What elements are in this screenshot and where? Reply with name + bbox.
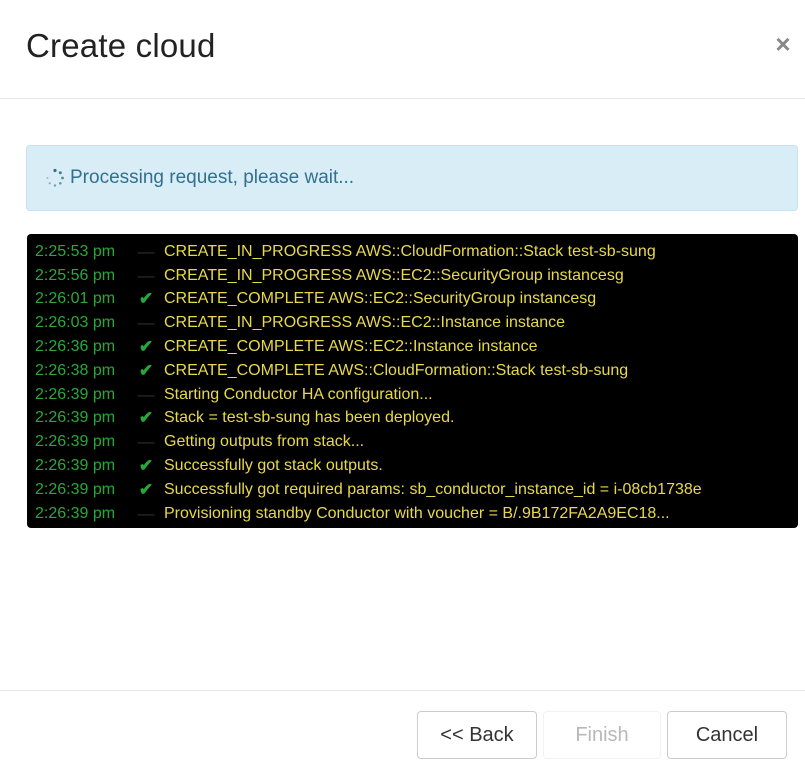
dialog-header: Create cloud × <box>0 0 805 99</box>
log-message: Successfully got required params: sb_con… <box>164 480 702 498</box>
log-message: CREATE_COMPLETE AWS::EC2::Instance insta… <box>164 338 538 356</box>
check-icon: ✔ <box>138 456 154 476</box>
log-line: 2:26:36 pm ✔ CREATE_COMPLETE AWS::EC2::Ins… <box>27 335 798 359</box>
check-icon: ✔ <box>138 289 154 309</box>
log-message: Starting Conductor HA configuration... <box>164 385 433 403</box>
dash-icon: — <box>137 241 155 261</box>
log-message: Getting outputs from stack... <box>164 433 365 451</box>
log-timestamp: 2:26:39 pm <box>35 433 116 451</box>
log-timestamp: 2:26:39 pm <box>35 385 116 403</box>
log-timestamp: 2:26:36 pm <box>35 338 116 356</box>
log-line: 2:25:53 pm — CREATE_IN_PROGRESS AWS::Cloud… <box>27 240 798 264</box>
back-button[interactable]: << Back <box>417 711 537 759</box>
check-icon: ✔ <box>138 479 154 499</box>
close-button[interactable]: × <box>771 30 795 58</box>
dash-icon: — <box>137 313 155 333</box>
log-message: CREATE_IN_PROGRESS AWS::EC2::Instance in… <box>164 314 566 332</box>
alert-message: Processing request, please wait... <box>70 167 355 188</box>
log-message: Provisioning standby Conductor with vouc… <box>164 504 670 522</box>
close-icon: × <box>775 29 791 59</box>
dash-icon: — <box>137 265 155 285</box>
log-line: 2:26:38 pm ✔ CREATE_COMPLETE AWS::CloudFor… <box>27 359 798 383</box>
log-timestamp: 2:25:56 pm <box>35 266 116 284</box>
create-cloud-dialog: Create cloud × Processing request, pleas… <box>0 0 805 765</box>
log-timestamp: 2:26:03 pm <box>35 314 116 332</box>
log-timestamp: 2:26:01 pm <box>35 290 116 308</box>
log-timestamp: 2:26:39 pm <box>35 457 116 475</box>
dash-icon: — <box>137 384 155 404</box>
processing-alert: Processing request, please wait... <box>26 145 798 211</box>
log-message: CREATE_COMPLETE AWS::EC2::SecurityGroup … <box>164 290 597 308</box>
log-timestamp: 2:26:39 pm <box>35 480 116 498</box>
check-icon: ✔ <box>138 408 154 428</box>
deployment-log[interactable]: 2:25:53 pm — CREATE_IN_PROGRESS AWS::Cloud… <box>27 234 798 528</box>
log-message: CREATE_IN_PROGRESS AWS::EC2::SecurityGro… <box>164 266 624 284</box>
check-icon: ✔ <box>138 337 154 357</box>
log-line: 2:26:39 pm ✔ Successfully got required par… <box>27 478 798 502</box>
log-message: Successfully got stack outputs. <box>164 457 383 475</box>
log-timestamp: 2:26:39 pm <box>35 504 116 522</box>
log-timestamp: 2:25:53 pm <box>35 242 116 260</box>
log-timestamp: 2:26:39 pm <box>35 409 116 427</box>
check-icon: ✔ <box>138 360 154 380</box>
dash-icon: — <box>137 503 155 523</box>
log-line: 2:26:39 pm — Provisioning standby Conducto… <box>27 502 798 526</box>
log-message: CREATE_IN_PROGRESS AWS::CloudFormation::… <box>164 242 656 260</box>
finish-button[interactable]: Finish <box>543 711 661 759</box>
log-timestamp: 2:26:38 pm <box>35 361 116 379</box>
log-line: 2:26:03 pm — CREATE_IN_PROGRESS AWS::EC2::… <box>27 311 798 335</box>
log-message: Stack = test-sb-sung has been deployed. <box>164 409 455 427</box>
dash-icon: — <box>137 432 155 452</box>
log-line: 2:25:56 pm — CREATE_IN_PROGRESS AWS::EC2::… <box>27 264 798 288</box>
spinner-icon <box>46 168 64 187</box>
log-line: 2:26:01 pm ✔ CREATE_COMPLETE AWS::EC2::Sec… <box>27 288 798 312</box>
log-line: 2:26:39 pm — Getting outputs from stack... <box>27 430 798 454</box>
dialog-title: Create cloud <box>26 27 216 64</box>
log-line: 2:26:39 pm ✔ Stack = test-sb-sung has been… <box>27 407 798 431</box>
log-line: 2:26:39 pm — Starting Conductor HA configu… <box>27 383 798 407</box>
log-message: CREATE_COMPLETE AWS::CloudFormation::Sta… <box>164 361 629 379</box>
cancel-button[interactable]: Cancel <box>667 711 787 759</box>
log-line: 2:26:39 pm ✔ Successfully got stack output… <box>27 454 798 478</box>
dialog-footer: << Back Finish Cancel <box>0 690 805 765</box>
